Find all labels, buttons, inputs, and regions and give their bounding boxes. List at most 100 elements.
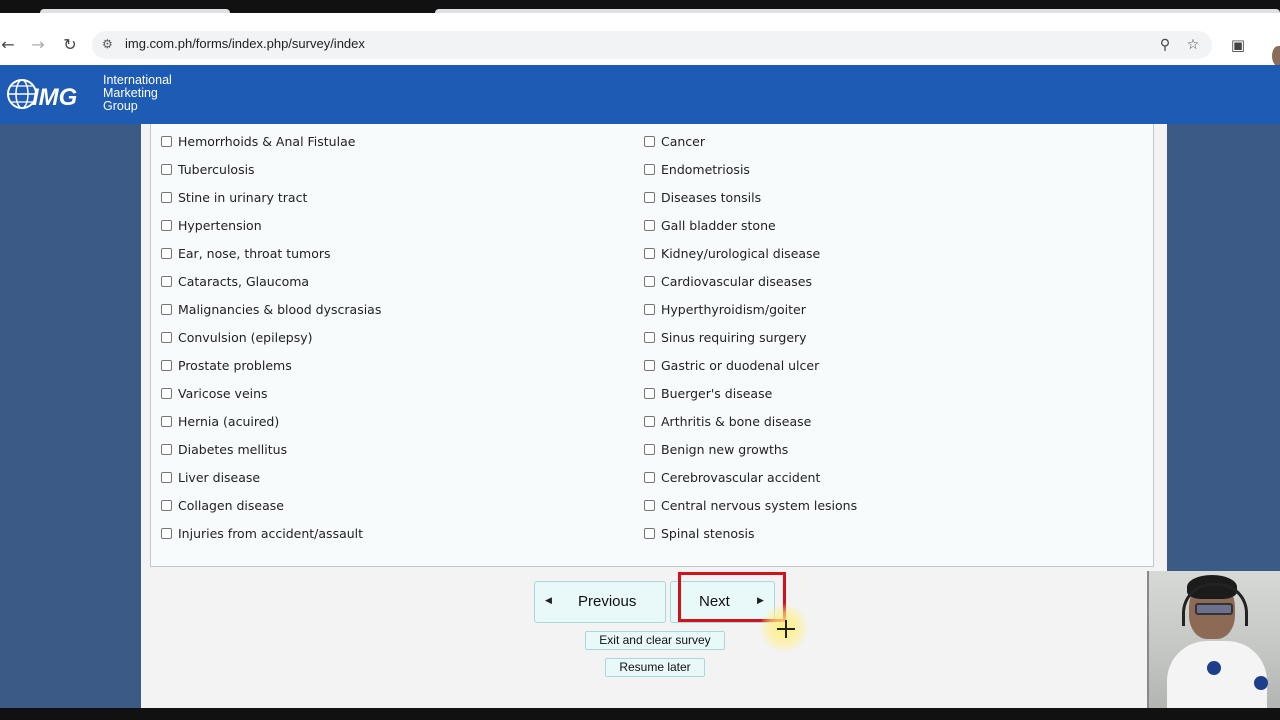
- checkbox[interactable]: [161, 135, 172, 147]
- checkbox[interactable]: [644, 303, 655, 315]
- condition-label: Cerebrovascular accident: [661, 469, 821, 485]
- previous-button[interactable]: ◀ Previous: [534, 581, 666, 623]
- arrow-left-icon[interactable]: ←: [0, 35, 18, 55]
- condition-option[interactable]: Hernia (acuired): [161, 411, 279, 431]
- checkbox[interactable]: [644, 163, 655, 175]
- condition-label: Varicose veins: [178, 385, 268, 401]
- condition-option[interactable]: Malignancies & blood dyscrasias: [161, 299, 381, 319]
- condition-option[interactable]: Gall bladder stone: [644, 215, 776, 235]
- checkbox[interactable]: [161, 527, 172, 539]
- checkbox[interactable]: [161, 275, 172, 287]
- condition-option[interactable]: Stine in urinary tract: [161, 187, 307, 207]
- bottom-edge: [0, 708, 1280, 720]
- checkbox[interactable]: [161, 331, 172, 343]
- checkbox[interactable]: [161, 471, 172, 483]
- profile-avatar[interactable]: [1272, 46, 1280, 66]
- checkbox[interactable]: [161, 247, 172, 259]
- checkbox[interactable]: [644, 527, 655, 539]
- condition-option[interactable]: Arthritis & bone disease: [644, 411, 811, 431]
- resume-later-button[interactable]: Resume later: [605, 658, 705, 677]
- condition-label: Gastric or duodenal ulcer: [661, 357, 820, 373]
- shirt-patch: [1254, 676, 1268, 690]
- condition-option[interactable]: Endometriosis: [644, 159, 750, 179]
- condition-label: Collagen disease: [178, 497, 284, 513]
- condition-option[interactable]: Sinus requiring surgery: [644, 327, 807, 347]
- condition-label: Hemorrhoids & Anal Fistulae: [178, 133, 356, 149]
- checkbox[interactable]: [644, 359, 655, 371]
- condition-option[interactable]: Collagen disease: [161, 495, 284, 515]
- condition-option[interactable]: Tuberculosis: [161, 159, 255, 179]
- condition-label: Diabetes mellitus: [178, 441, 288, 457]
- checkbox[interactable]: [644, 191, 655, 203]
- condition-option[interactable]: Diabetes mellitus: [161, 439, 287, 459]
- reload-icon[interactable]: ↻: [60, 35, 80, 55]
- zoom-icon[interactable]: ⚲: [1155, 35, 1175, 55]
- checkbox[interactable]: [644, 499, 655, 511]
- checkbox[interactable]: [161, 303, 172, 315]
- checkbox[interactable]: [644, 443, 655, 455]
- site-header: IMG International Marketing Group: [0, 65, 1280, 124]
- condition-option[interactable]: Spinal stenosis: [644, 523, 755, 543]
- condition-option[interactable]: Diseases tonsils: [644, 187, 761, 207]
- brand-line: Group: [103, 99, 138, 113]
- condition-option[interactable]: Hyperthyroidism/goiter: [644, 299, 806, 319]
- shirt-patch: [1207, 661, 1221, 675]
- exit-clear-survey-button[interactable]: Exit and clear survey: [585, 631, 725, 650]
- condition-option[interactable]: Gastric or duodenal ulcer: [644, 355, 819, 375]
- puzzle-icon[interactable]: ▣: [1228, 35, 1248, 55]
- condition-option[interactable]: Cerebrovascular accident: [644, 467, 820, 487]
- condition-option[interactable]: Kidney/urological disease: [644, 243, 820, 263]
- checkbox[interactable]: [161, 443, 172, 455]
- condition-label: Liver disease: [178, 469, 261, 485]
- checkbox[interactable]: [161, 191, 172, 203]
- condition-option[interactable]: Cancer: [644, 131, 705, 151]
- condition-label: Arthritis & bone disease: [661, 413, 812, 429]
- checkbox[interactable]: [161, 415, 172, 427]
- tune-icon[interactable]: ⚙: [102, 36, 118, 52]
- condition-option[interactable]: Central nervous system lesions: [644, 495, 857, 515]
- condition-label: Malignancies & blood dyscrasias: [178, 301, 382, 317]
- address-bar[interactable]: ⚙ img.com.ph/forms/index.php/survey/inde…: [92, 31, 1212, 59]
- condition-label: Spinal stenosis: [661, 525, 755, 541]
- condition-option[interactable]: Buerger's disease: [644, 383, 772, 403]
- condition-label: Kidney/urological disease: [661, 245, 821, 261]
- checkbox[interactable]: [644, 331, 655, 343]
- checkbox[interactable]: [644, 135, 655, 147]
- condition-label: Benign new growths: [661, 441, 789, 457]
- condition-option[interactable]: Benign new growths: [644, 439, 788, 459]
- checkbox[interactable]: [644, 387, 655, 399]
- checkbox[interactable]: [161, 163, 172, 175]
- checkbox[interactable]: [161, 359, 172, 371]
- condition-option[interactable]: Prostate problems: [161, 355, 292, 375]
- star-icon[interactable]: ☆: [1183, 35, 1203, 55]
- checkbox[interactable]: [161, 219, 172, 231]
- condition-option[interactable]: Liver disease: [161, 467, 260, 487]
- checkbox[interactable]: [644, 247, 655, 259]
- condition-option[interactable]: Convulsion (epilepsy): [161, 327, 312, 347]
- condition-label: Convulsion (epilepsy): [178, 329, 313, 345]
- condition-option[interactable]: Ear, nose, throat tumors: [161, 243, 331, 263]
- checkbox[interactable]: [644, 415, 655, 427]
- condition-label: Diseases tonsils: [661, 189, 762, 205]
- condition-option[interactable]: Hemorrhoids & Anal Fistulae: [161, 131, 355, 151]
- condition-option[interactable]: Cataracts, Glaucoma: [161, 271, 309, 291]
- condition-label: Cardiovascular diseases: [661, 273, 812, 289]
- browser-tab-strip: [0, 0, 1280, 13]
- condition-label: Endometriosis: [661, 161, 750, 177]
- condition-label: Central nervous system lesions: [661, 497, 858, 513]
- caret-left-icon: ◀: [545, 595, 552, 605]
- checkbox[interactable]: [644, 275, 655, 287]
- arrow-right-icon[interactable]: →: [28, 35, 48, 55]
- condition-option[interactable]: Varicose veins: [161, 383, 268, 403]
- checkbox[interactable]: [161, 499, 172, 511]
- checkbox[interactable]: [644, 471, 655, 483]
- url-text[interactable]: img.com.ph/forms/index.php/survey/index: [125, 36, 365, 51]
- condition-label: Buerger's disease: [661, 385, 773, 401]
- condition-label: Sinus requiring surgery: [661, 329, 807, 345]
- checkbox[interactable]: [161, 387, 172, 399]
- condition-option[interactable]: Cardiovascular diseases: [644, 271, 812, 291]
- checkbox[interactable]: [644, 219, 655, 231]
- condition-option[interactable]: Hypertension: [161, 215, 262, 235]
- glasses-icon: [1195, 603, 1233, 615]
- condition-option[interactable]: Injuries from accident/assault: [161, 523, 363, 543]
